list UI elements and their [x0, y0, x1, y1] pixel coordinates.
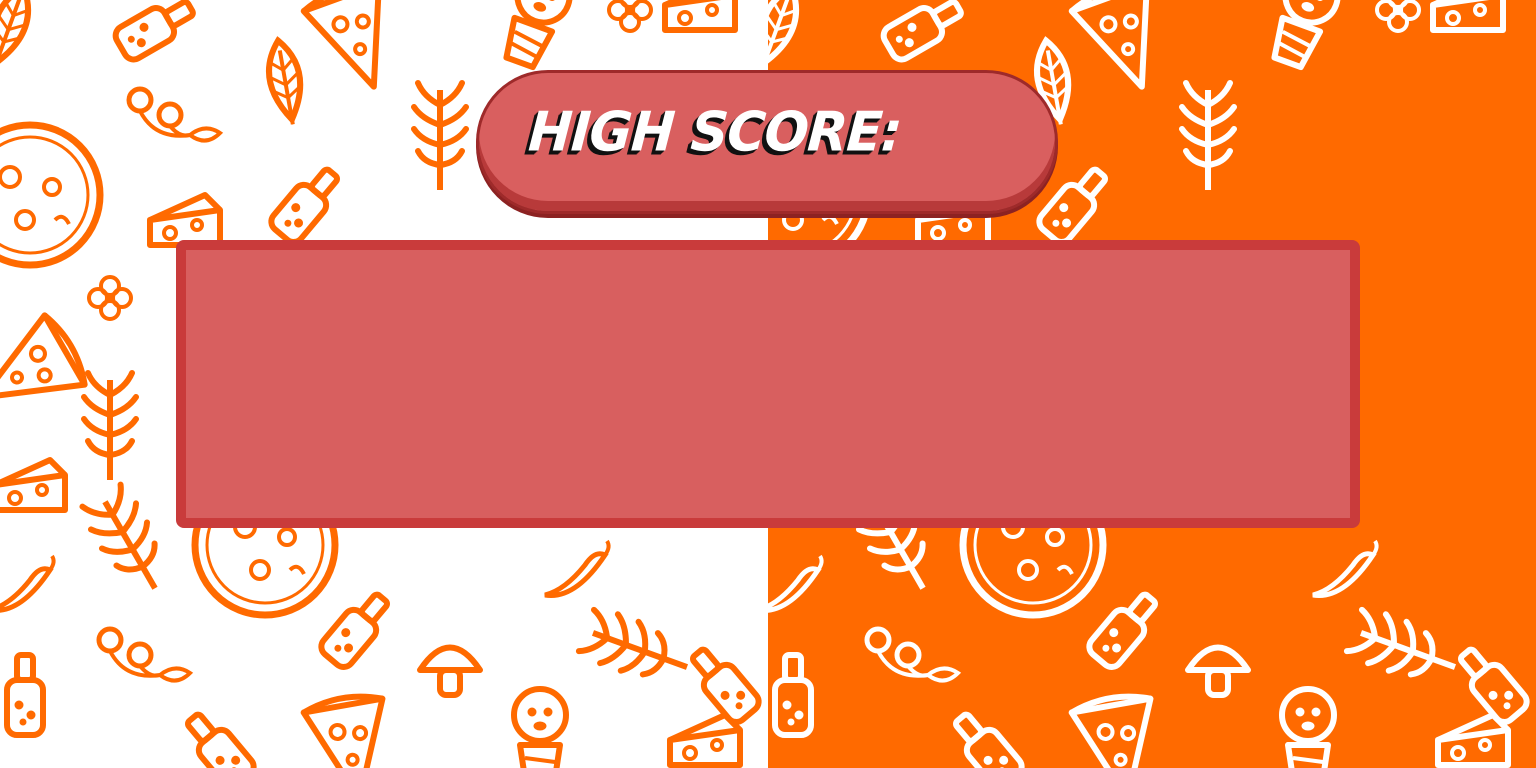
high-score-banner[interactable]: HIGH SCORE:: [476, 70, 1058, 214]
high-score-label: HIGH SCORE:: [526, 101, 904, 164]
score-panel: [176, 240, 1360, 528]
